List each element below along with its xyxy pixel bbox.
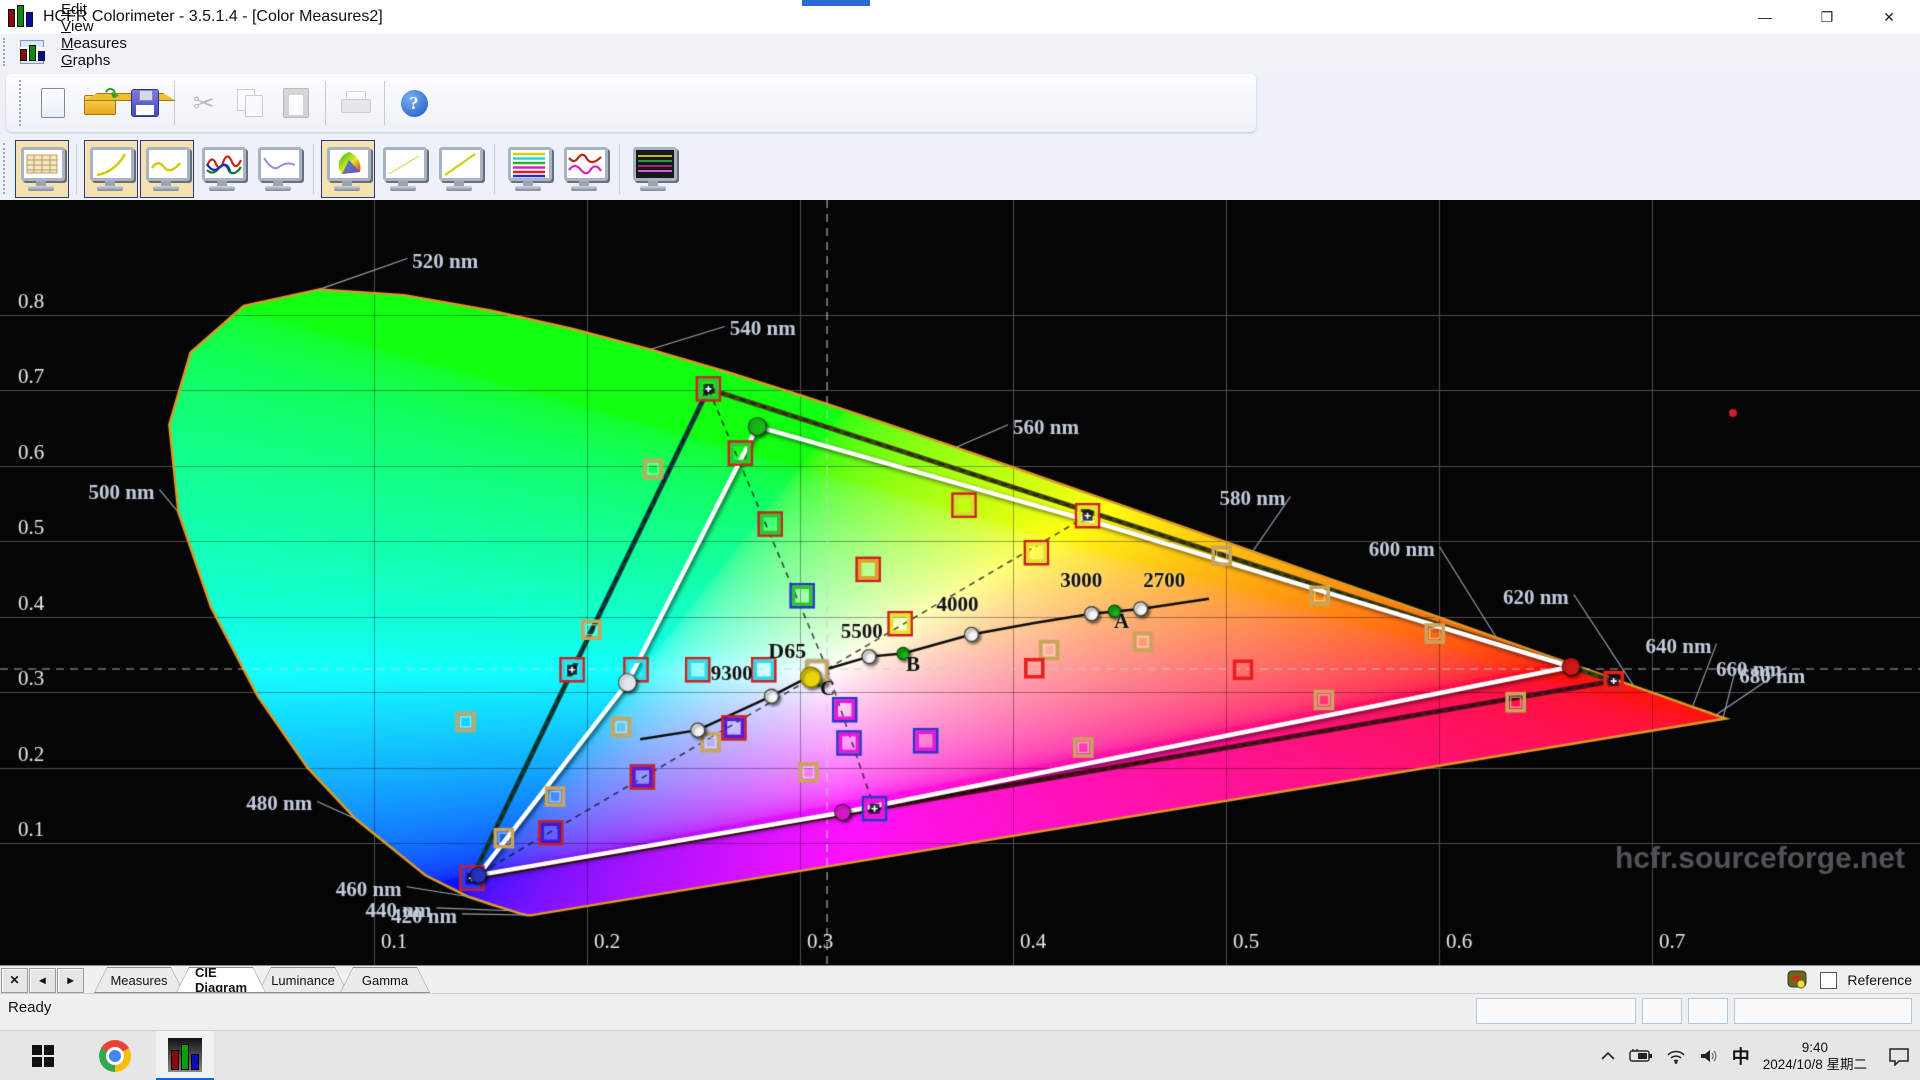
luminance-graph-button[interactable]	[140, 139, 194, 198]
toolbar-separator	[174, 81, 175, 125]
ime-indicator[interactable]: 中	[1732, 1043, 1750, 1069]
minimize-button[interactable]: —	[1734, 0, 1796, 34]
start-button[interactable]	[14, 1031, 72, 1080]
background-window-sliver	[802, 0, 870, 6]
color-error-graph-button[interactable]	[558, 140, 612, 198]
main-toolbar: ↷ ✂?	[0, 70, 1920, 137]
toolbar-separator	[384, 81, 385, 125]
toolbar-separator	[325, 81, 326, 125]
toolbar-grip	[3, 37, 10, 67]
measures-table-button[interactable]	[15, 139, 69, 198]
gamma2-graph-button[interactable]	[433, 140, 487, 198]
taskbar: 中 9:40 2024/10/8 星期二	[0, 1030, 1920, 1080]
gamma-graph-button[interactable]	[84, 139, 138, 198]
taskbar-clock[interactable]: 9:40 2024/10/8 星期二	[1763, 1039, 1867, 1073]
copy-button[interactable]	[227, 79, 273, 127]
tab-measures[interactable]: Measures	[94, 967, 184, 993]
menu-measures[interactable]: Measures	[50, 35, 139, 52]
wifi-icon[interactable]	[1666, 1049, 1686, 1064]
color-temp-graph-button[interactable]	[252, 140, 306, 198]
battery-icon[interactable]	[1628, 1049, 1653, 1063]
action-center-icon[interactable]	[1888, 1046, 1910, 1066]
volume-icon[interactable]	[1699, 1048, 1719, 1064]
sensor-icon	[1787, 970, 1807, 989]
reference-label: Reference	[1847, 972, 1912, 988]
desktop: HCFR Colorimeter - 3.5.1.4 - [Color Meas…	[0, 0, 1920, 1080]
toolbar-separator	[313, 143, 314, 194]
cut-button[interactable]: ✂	[181, 79, 227, 127]
taskbar-chrome-icon[interactable]	[86, 1031, 144, 1080]
tab-cie-diagram[interactable]: CIE Diagram	[176, 967, 266, 993]
clock-date: 2024/10/8 星期二	[1762, 1057, 1867, 1072]
help-button[interactable]: ?	[391, 79, 437, 127]
menu-view[interactable]: View	[50, 18, 139, 35]
paste-button[interactable]	[273, 79, 319, 127]
rgb-levels-graph-button[interactable]	[196, 140, 250, 198]
toolbar-grip	[19, 79, 26, 127]
luminance-log-graph-button[interactable]	[377, 140, 431, 198]
tab-close-button[interactable]: ✕	[1, 967, 28, 993]
restore-button[interactable]: ❐	[1796, 0, 1858, 34]
status-text: Ready	[8, 999, 52, 1016]
print-button[interactable]	[332, 79, 378, 127]
status-panel	[1476, 998, 1636, 1024]
tab-scroll-right-button[interactable]: ▸	[57, 967, 84, 993]
tab-scroll-left-button[interactable]: ◂	[29, 967, 56, 993]
close-button[interactable]: ✕	[1858, 0, 1920, 34]
toolbar-separator	[619, 143, 620, 194]
status-panel	[1688, 998, 1728, 1024]
menu-graphs[interactable]: Graphs	[50, 52, 139, 69]
title-bar: HCFR Colorimeter - 3.5.1.4 - [Color Meas…	[0, 0, 1920, 34]
toolbar-separator	[494, 143, 495, 194]
spectrum-graph-button[interactable]	[627, 140, 681, 198]
new-button[interactable]	[30, 79, 76, 127]
open-button[interactable]: ↷	[76, 79, 122, 127]
toolbar-grip	[3, 143, 10, 194]
cie-diagram-button[interactable]	[321, 139, 375, 198]
reference-checkbox[interactable]	[1820, 971, 1838, 989]
cie-chart-canvas[interactable]	[0, 200, 1920, 965]
status-panel	[1642, 998, 1682, 1024]
tab-gamma[interactable]: Gamma	[340, 967, 430, 993]
menu-edit[interactable]: Edit	[50, 1, 139, 18]
status-bar: Ready	[0, 993, 1920, 1031]
tray-expand-icon[interactable]	[1600, 1050, 1616, 1062]
save-button[interactable]	[122, 79, 168, 127]
document-icon	[19, 40, 45, 64]
tab-luminance[interactable]: Luminance	[258, 967, 348, 993]
status-panel	[1734, 998, 1912, 1024]
taskbar-hcfr-icon[interactable]	[156, 1031, 214, 1080]
toolbar-separator	[76, 143, 77, 194]
rgb-histogram-button[interactable]	[502, 140, 556, 198]
graphs-toolbar	[0, 137, 1920, 202]
menu-bar: FileEditViewMeasuresGraphsAdvancedWindow…	[0, 0, 1920, 120]
app-icon	[8, 5, 33, 27]
clock-time: 9:40	[1801, 1040, 1828, 1055]
view-tab-bar: ✕ ◂ ▸ Measures CIE Diagram Luminance Gam…	[0, 965, 1920, 994]
